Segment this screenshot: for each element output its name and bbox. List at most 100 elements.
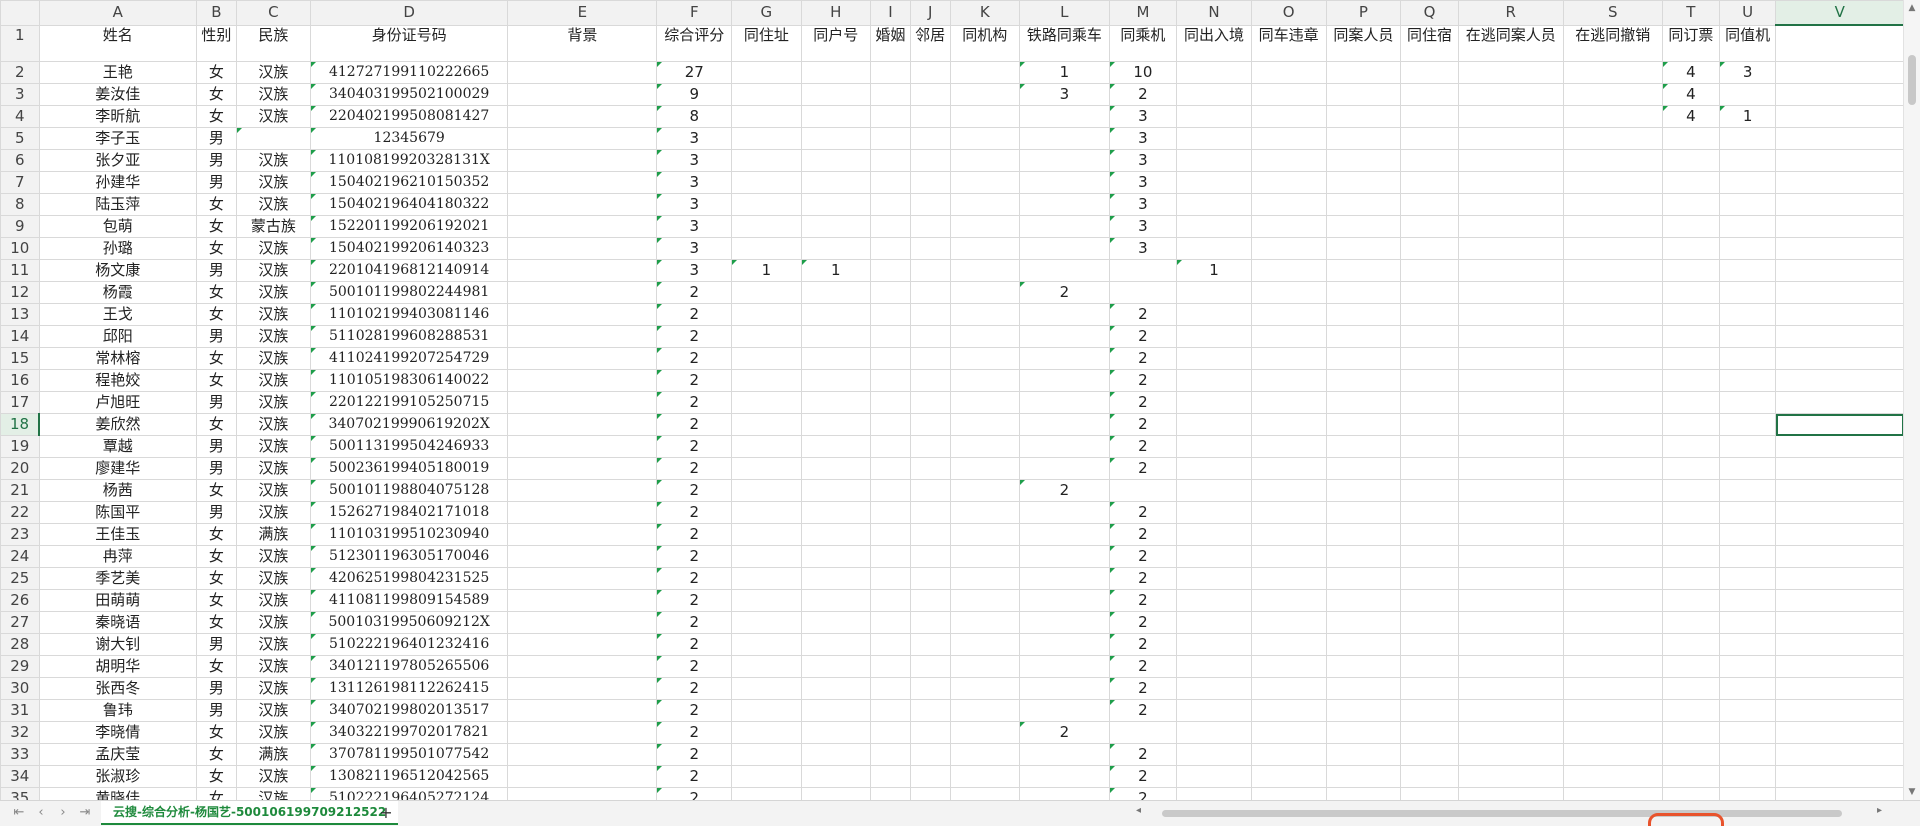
background-cell[interactable] bbox=[507, 61, 658, 84]
same-address-cell[interactable] bbox=[731, 369, 802, 392]
column-v-cell[interactable] bbox=[1775, 765, 1904, 788]
neighbor-cell[interactable] bbox=[909, 303, 951, 326]
score-cell[interactable]: 2 bbox=[656, 589, 733, 612]
rail-cell[interactable] bbox=[1019, 611, 1110, 634]
vehicle-cell[interactable] bbox=[1250, 303, 1327, 326]
fugitive-cell[interactable] bbox=[1457, 435, 1564, 458]
same-household-cell[interactable] bbox=[800, 347, 872, 370]
flight-cell[interactable]: 2 bbox=[1108, 523, 1178, 546]
ticket-cell[interactable]: 4 bbox=[1662, 105, 1720, 128]
same-household-cell[interactable] bbox=[800, 435, 872, 458]
row-header[interactable]: 4 bbox=[0, 105, 40, 128]
ticket-cell[interactable] bbox=[1662, 457, 1720, 480]
background-cell[interactable] bbox=[507, 215, 658, 238]
marriage-cell[interactable] bbox=[870, 105, 911, 128]
same-address-cell[interactable] bbox=[731, 589, 802, 612]
ticket-cell[interactable] bbox=[1662, 215, 1720, 238]
column-header-v[interactable]: V bbox=[1775, 0, 1904, 26]
marriage-cell[interactable] bbox=[870, 171, 911, 194]
column-header-o[interactable]: O bbox=[1250, 0, 1327, 26]
vehicle-cell[interactable] bbox=[1250, 259, 1327, 282]
ethnicity-cell[interactable]: 汉族 bbox=[235, 281, 312, 304]
same-household-cell[interactable] bbox=[800, 721, 872, 744]
fugitive-revoked-cell[interactable] bbox=[1562, 677, 1664, 700]
column-v-cell[interactable] bbox=[1775, 391, 1904, 414]
row-header[interactable]: 31 bbox=[0, 699, 40, 722]
ethnicity-cell[interactable]: 汉族 bbox=[235, 259, 312, 282]
neighbor-cell[interactable] bbox=[909, 765, 951, 788]
checkin-cell[interactable] bbox=[1718, 171, 1777, 194]
marriage-cell[interactable] bbox=[870, 677, 911, 700]
lodging-cell[interactable] bbox=[1400, 677, 1459, 700]
fugitive-cell[interactable] bbox=[1457, 677, 1564, 700]
same-address-cell[interactable] bbox=[731, 523, 802, 546]
score-cell[interactable]: 3 bbox=[656, 259, 733, 282]
flight-cell[interactable]: 2 bbox=[1108, 83, 1178, 106]
score-cell[interactable]: 2 bbox=[656, 567, 733, 590]
case-cell[interactable] bbox=[1325, 655, 1402, 678]
header-cell[interactable]: 背景 bbox=[507, 24, 658, 62]
marriage-cell[interactable] bbox=[870, 699, 911, 722]
same-address-cell[interactable] bbox=[731, 171, 802, 194]
same-household-cell[interactable] bbox=[800, 325, 872, 348]
header-cell[interactable]: 同值机 bbox=[1718, 24, 1777, 62]
lodging-cell[interactable] bbox=[1400, 413, 1459, 436]
same-org-cell[interactable] bbox=[949, 633, 1021, 656]
same-address-cell[interactable] bbox=[731, 655, 802, 678]
ticket-cell[interactable] bbox=[1662, 281, 1720, 304]
fugitive-revoked-cell[interactable] bbox=[1562, 215, 1664, 238]
fugitive-cell[interactable] bbox=[1457, 589, 1564, 612]
column-header-j[interactable]: J bbox=[909, 0, 951, 26]
case-cell[interactable] bbox=[1325, 787, 1402, 800]
ticket-cell[interactable] bbox=[1662, 787, 1720, 800]
fugitive-revoked-cell[interactable] bbox=[1562, 259, 1664, 282]
case-cell[interactable] bbox=[1325, 127, 1402, 150]
same-org-cell[interactable] bbox=[949, 237, 1021, 260]
name-cell[interactable]: 王艳 bbox=[38, 61, 197, 84]
rail-cell[interactable] bbox=[1019, 589, 1110, 612]
same-household-cell[interactable] bbox=[800, 501, 872, 524]
marriage-cell[interactable] bbox=[870, 523, 911, 546]
same-household-cell[interactable] bbox=[800, 281, 872, 304]
border-cell[interactable] bbox=[1176, 457, 1252, 480]
column-v-cell[interactable] bbox=[1775, 127, 1904, 150]
rail-cell[interactable] bbox=[1019, 237, 1110, 260]
row-header[interactable]: 5 bbox=[0, 127, 40, 150]
sex-cell[interactable]: 男 bbox=[195, 149, 237, 172]
fugitive-revoked-cell[interactable] bbox=[1562, 303, 1664, 326]
lodging-cell[interactable] bbox=[1400, 237, 1459, 260]
neighbor-cell[interactable] bbox=[909, 259, 951, 282]
fugitive-revoked-cell[interactable] bbox=[1562, 545, 1664, 568]
same-household-cell[interactable] bbox=[800, 193, 872, 216]
ethnicity-cell[interactable]: 汉族 bbox=[235, 677, 312, 700]
column-v-cell[interactable] bbox=[1775, 633, 1904, 656]
fugitive-revoked-cell[interactable] bbox=[1562, 105, 1664, 128]
name-cell[interactable]: 孙璐 bbox=[38, 237, 197, 260]
fugitive-cell[interactable] bbox=[1457, 325, 1564, 348]
neighbor-cell[interactable] bbox=[909, 215, 951, 238]
lodging-cell[interactable] bbox=[1400, 743, 1459, 766]
background-cell[interactable] bbox=[507, 699, 658, 722]
score-cell[interactable]: 3 bbox=[656, 215, 733, 238]
column-v-cell[interactable] bbox=[1775, 105, 1904, 128]
background-cell[interactable] bbox=[507, 83, 658, 106]
select-all-corner[interactable] bbox=[0, 0, 40, 26]
marriage-cell[interactable] bbox=[870, 259, 911, 282]
same-org-cell[interactable] bbox=[949, 259, 1021, 282]
sex-cell[interactable]: 女 bbox=[195, 83, 237, 106]
score-cell[interactable]: 2 bbox=[656, 281, 733, 304]
neighbor-cell[interactable] bbox=[909, 501, 951, 524]
vehicle-cell[interactable] bbox=[1250, 435, 1327, 458]
same-address-cell[interactable] bbox=[731, 567, 802, 590]
name-cell[interactable]: 胡明华 bbox=[38, 655, 197, 678]
ticket-cell[interactable] bbox=[1662, 633, 1720, 656]
same-address-cell[interactable] bbox=[731, 215, 802, 238]
lodging-cell[interactable] bbox=[1400, 193, 1459, 216]
lodging-cell[interactable] bbox=[1400, 699, 1459, 722]
border-cell[interactable] bbox=[1176, 633, 1252, 656]
score-cell[interactable]: 3 bbox=[656, 127, 733, 150]
fugitive-revoked-cell[interactable] bbox=[1562, 61, 1664, 84]
border-cell[interactable] bbox=[1176, 281, 1252, 304]
case-cell[interactable] bbox=[1325, 105, 1402, 128]
vehicle-cell[interactable] bbox=[1250, 611, 1327, 634]
